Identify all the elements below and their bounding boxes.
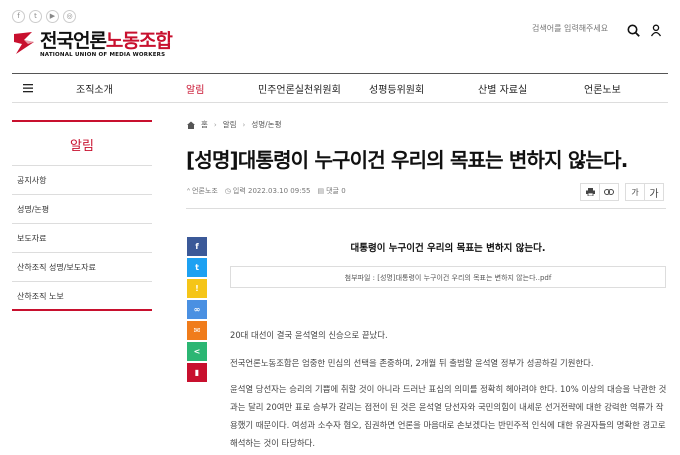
comment-icon: ▤	[317, 187, 325, 195]
nav-item-notice[interactable]: 알림	[186, 81, 204, 96]
logo-title-main: 전국언론	[40, 30, 107, 52]
font-smaller-button[interactable]: 가	[625, 183, 645, 201]
search-icon[interactable]	[627, 24, 640, 37]
print-icon	[585, 188, 595, 196]
logo-mark-icon	[14, 32, 34, 54]
sidebar-item-notices[interactable]: 공지사항	[12, 166, 152, 195]
main-nav: 조직소개 알림 민주언론실천위원회 성평등위원회 산별 자료실 언론노보	[12, 73, 668, 103]
sidebar-item-statements[interactable]: 성명/논평	[12, 195, 152, 224]
breadcrumb-home[interactable]: 홈	[201, 119, 208, 130]
author-icon: ᴬ	[187, 187, 191, 195]
instagram-icon[interactable]: ◎	[63, 10, 76, 23]
chevron-right-icon: ›	[242, 120, 246, 129]
user-icon[interactable]	[650, 24, 662, 37]
attachment-link[interactable]: 첨부파일 : [성명]대통령이 누구이건 우리의 목표는 변하지 않는다..pd…	[230, 266, 666, 288]
sidebar-item-press[interactable]: 보도자료	[12, 224, 152, 253]
twitter-share-icon[interactable]: t	[187, 258, 207, 277]
breadcrumb-level2[interactable]: 성명/논평	[251, 119, 281, 130]
search-input[interactable]	[532, 18, 622, 38]
article-tools	[580, 183, 619, 201]
nav-item-gender-committee[interactable]: 성평등위원회	[369, 81, 424, 96]
site-logo[interactable]: 전국언론노동조합 NATIONAL UNION OF MEDIA WORKERS	[12, 30, 173, 58]
social-links: f t ▶ ◎	[12, 10, 76, 23]
sidebar-item-affiliate-news[interactable]: 산하조직 노보	[12, 282, 152, 311]
share-bar: f t ! ∞ ✉ < ▮	[187, 237, 207, 384]
facebook-share-icon[interactable]: f	[187, 237, 207, 256]
hamburger-menu-icon[interactable]	[23, 83, 33, 93]
logo-title-accent: 노동조합	[105, 30, 173, 52]
font-size-tools: 가 가	[625, 183, 664, 201]
more-share-icon[interactable]: <	[187, 342, 207, 361]
twitter-icon[interactable]: t	[29, 10, 42, 23]
meta-divider	[186, 208, 666, 209]
home-icon[interactable]	[187, 121, 195, 129]
article-title: [성명]대통령이 누구이건 우리의 목표는 변하지 않는다.	[186, 148, 628, 172]
font-larger-button[interactable]: 가	[644, 183, 664, 201]
article-comments[interactable]: 댓글 0	[326, 186, 346, 196]
copy-link-button[interactable]	[599, 183, 619, 201]
kakaostory-share-icon[interactable]: !	[187, 279, 207, 298]
article-subhead: 대통령이 누구이건 우리의 목표는 변하지 않는다.	[350, 243, 546, 254]
breadcrumb-level1[interactable]: 알림	[223, 119, 237, 130]
article-author: 언론노조	[192, 187, 218, 195]
bookmark-share-icon[interactable]: ▮	[187, 363, 207, 382]
sidebar-item-affiliate-statements[interactable]: 산하조직 성명/보도자료	[12, 253, 152, 282]
print-button[interactable]	[580, 183, 600, 201]
article-paragraph: 20대 대선이 결국 윤석열의 신승으로 끝났다.	[230, 330, 388, 340]
link-share-icon[interactable]: ∞	[187, 300, 207, 319]
sidebar: 알림 공지사항 성명/논평 보도자료 산하조직 성명/보도자료 산하조직 노보	[12, 120, 152, 311]
link-icon	[604, 189, 614, 195]
article-paragraph: 윤석열 당선자는 승리의 기쁨에 취할 것이 아니라 드러난 표심의 의미를 정…	[230, 384, 667, 448]
chevron-right-icon: ›	[213, 120, 217, 129]
nav-item-archive[interactable]: 산별 자료실	[478, 81, 527, 96]
sidebar-title: 알림	[12, 120, 152, 166]
article-paragraph: 전국언론노동조합은 엄중한 민심의 선택을 존중하며, 2개월 뒤 출범할 윤석…	[230, 358, 594, 368]
email-share-icon[interactable]: ✉	[187, 321, 207, 340]
clock-icon: ◷	[224, 187, 231, 195]
logo-subtitle: NATIONAL UNION OF MEDIA WORKERS	[40, 52, 166, 58]
article-meta: ᴬ 언론노조 ◷ 입력 2022.03.10 09:55 ▤ 댓글 0	[187, 186, 346, 196]
nav-item-about[interactable]: 조직소개	[76, 81, 113, 96]
youtube-icon[interactable]: ▶	[46, 10, 59, 23]
nav-item-media-committee[interactable]: 민주언론실천위원회	[258, 81, 341, 96]
facebook-icon[interactable]: f	[12, 10, 25, 23]
article-date: 입력 2022.03.10 09:55	[232, 187, 311, 195]
nav-item-union-news[interactable]: 언론노보	[584, 81, 621, 96]
breadcrumb: 홈 › 알림 › 성명/논평	[187, 119, 281, 130]
